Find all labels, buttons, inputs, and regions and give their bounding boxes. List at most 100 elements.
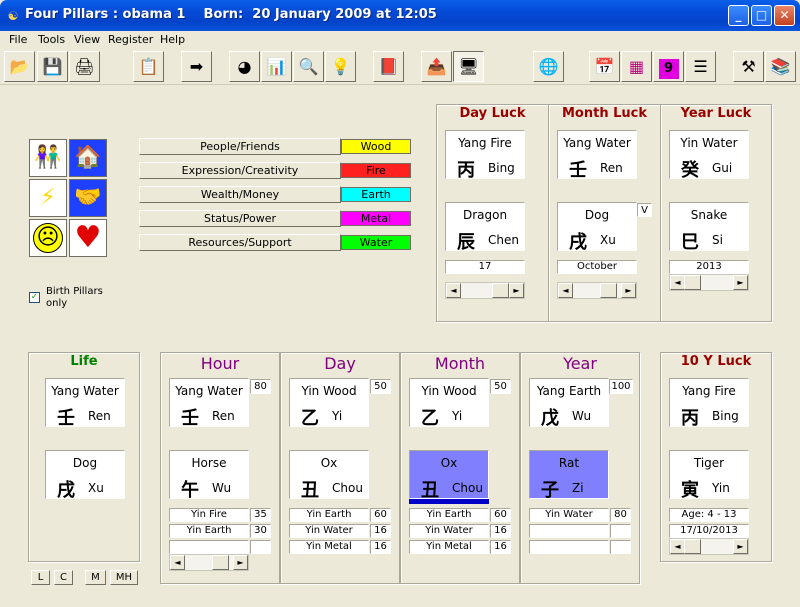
presentation-button[interactable]: 🖥	[453, 51, 484, 82]
pie-chart-button[interactable]: ◕	[229, 51, 260, 82]
hour-branch[interactable]: Horse 午 Wu	[169, 450, 249, 501]
menu-tools[interactable]: Tools	[38, 33, 65, 46]
sad-button[interactable]: ☹	[29, 219, 67, 257]
maximize-button[interactable]: □	[751, 5, 772, 26]
scroll-right-arrow[interactable]: ►	[509, 283, 524, 298]
search-button[interactable]: 🔍	[293, 51, 324, 82]
scroll-thumb[interactable]	[684, 275, 701, 290]
hour-stem[interactable]: Yang Water 壬 Ren	[169, 378, 249, 429]
branch-character: 寅	[681, 480, 699, 501]
scroll-left-arrow[interactable]: ◄	[670, 539, 685, 554]
c-button[interactable]: C	[54, 570, 73, 585]
heart-button[interactable]: ♥	[69, 219, 107, 257]
properties-button[interactable]: 📋	[133, 51, 164, 82]
year-branch[interactable]: Rat 子 Zi	[529, 450, 609, 501]
library-button[interactable]: 📚	[765, 51, 796, 82]
day-luck-branch[interactable]: Dragon 辰 Chen	[445, 202, 525, 253]
category-expression[interactable]: Expression/Creativity	[139, 162, 341, 179]
scroll-thumb[interactable]	[212, 555, 229, 570]
mh-button[interactable]: MH	[110, 570, 138, 585]
day-luck-value: 17	[445, 260, 525, 274]
year-luck-scrollbar[interactable]: ◄ ►	[669, 274, 749, 291]
day-branch[interactable]: Ox 丑 Chou	[289, 450, 369, 501]
birth-pillars-checkbox[interactable]: ✓	[29, 292, 40, 303]
day-stem[interactable]: Yin Wood 乙 Yi	[289, 378, 369, 429]
sad-face-icon: ☹	[33, 223, 63, 253]
nine-star-button[interactable]: 9	[653, 51, 684, 82]
category-people-friends[interactable]: People/Friends	[139, 138, 341, 155]
power-button[interactable]: ⚡	[29, 179, 67, 217]
hidden-stem-value: 60	[370, 508, 391, 522]
scroll-right-arrow[interactable]: ►	[621, 283, 636, 298]
minimize-button[interactable]: _	[728, 5, 749, 26]
lightning-icon: ⚡	[40, 185, 56, 210]
month-stem[interactable]: Yin Wood 乙 Yi	[409, 378, 489, 429]
close-button[interactable]: ✕	[774, 5, 795, 26]
list-button[interactable]: ☰	[685, 51, 716, 82]
ten-year-branch[interactable]: Tiger 寅 Yin	[669, 450, 749, 501]
year-luck-branch[interactable]: Snake 巳 Si	[669, 202, 749, 253]
ten-year-stem[interactable]: Yang Fire 丙 Bing	[669, 378, 749, 429]
branch-label: Dog	[72, 456, 98, 470]
branch-pinyin: Chen	[488, 233, 519, 247]
hour-stem-score: 80	[250, 379, 271, 394]
month-luck-title: Month Luck	[561, 106, 647, 121]
house-car-button[interactable]: 🏠	[69, 139, 107, 177]
forward-button[interactable]: ➡	[181, 51, 212, 82]
hour-scrollbar[interactable]: ◄ ►	[169, 554, 249, 571]
ideas-button[interactable]: 💡	[325, 51, 356, 82]
stem-pinyin: Yi	[332, 409, 343, 423]
scroll-left-arrow[interactable]: ◄	[670, 275, 685, 290]
tools-button[interactable]: ⚒	[733, 51, 764, 82]
bar-chart-button[interactable]: 📊	[261, 51, 292, 82]
scroll-thumb[interactable]	[600, 283, 617, 298]
menu-file[interactable]: File	[9, 33, 27, 46]
month-luck-flag[interactable]: V	[637, 203, 652, 217]
export-button[interactable]: 📤	[421, 51, 452, 82]
stem-character: 乙	[301, 408, 319, 429]
scroll-left-arrow[interactable]: ◄	[170, 555, 185, 570]
life-branch[interactable]: Dog 戌 Xu	[45, 450, 125, 501]
open-button[interactable]: 📂	[4, 51, 35, 82]
month-luck-stem[interactable]: Yang Water 壬 Ren	[557, 130, 637, 181]
grid-button[interactable]: ▦	[621, 51, 652, 82]
magnifier-icon: 🔍	[298, 57, 319, 76]
m-button[interactable]: M	[85, 570, 106, 585]
stem-character: 壬	[569, 160, 587, 181]
life-stem[interactable]: Yang Water 壬 Ren	[45, 378, 125, 429]
scroll-left-arrow[interactable]: ◄	[446, 283, 461, 298]
calendar-button[interactable]: 📅	[589, 51, 620, 82]
year-luck-stem[interactable]: Yin Water 癸 Gui	[669, 130, 749, 181]
month-luck-value: October	[557, 260, 637, 274]
book-button[interactable]: 📕	[373, 51, 404, 82]
scroll-thumb[interactable]	[684, 539, 701, 554]
scroll-right-arrow[interactable]: ►	[233, 555, 248, 570]
ten-year-scrollbar[interactable]: ◄ ►	[669, 538, 749, 555]
scroll-thumb[interactable]	[492, 283, 509, 298]
menu-register[interactable]: Register	[108, 33, 153, 46]
month-luck-scrollbar[interactable]: ◄ ►	[557, 282, 637, 299]
scroll-right-arrow[interactable]: ►	[733, 539, 748, 554]
l-button[interactable]: L	[31, 570, 50, 585]
category-status[interactable]: Status/Power	[139, 210, 341, 227]
scroll-left-arrow[interactable]: ◄	[558, 283, 573, 298]
day-luck-scrollbar[interactable]: ◄ ►	[445, 282, 525, 299]
print-button[interactable]: 🖨	[69, 51, 100, 82]
hidden-stem: Yin Metal	[409, 540, 489, 554]
branch-character: 子	[541, 480, 559, 501]
category-wealth[interactable]: Wealth/Money	[139, 186, 341, 203]
menu-view[interactable]: View	[74, 33, 100, 46]
people-button[interactable]: 👫	[29, 139, 67, 177]
day-luck-stem[interactable]: Yang Fire 丙 Bing	[445, 130, 525, 181]
year-stem[interactable]: Yang Earth 戊 Wu	[529, 378, 609, 429]
stem-label: Yang Fire	[458, 136, 512, 150]
month-branch[interactable]: Ox 丑 Chou	[409, 450, 489, 501]
handshake-button[interactable]: 🤝	[69, 179, 107, 217]
category-resources[interactable]: Resources/Support	[139, 234, 341, 251]
branch-label: Horse	[191, 456, 227, 470]
menu-help[interactable]: Help	[160, 33, 185, 46]
save-button[interactable]: 💾	[37, 51, 68, 82]
month-luck-branch[interactable]: Dog 戌 Xu	[557, 202, 637, 253]
globe-button[interactable]: 🌐	[533, 51, 564, 82]
scroll-right-arrow[interactable]: ►	[733, 275, 748, 290]
